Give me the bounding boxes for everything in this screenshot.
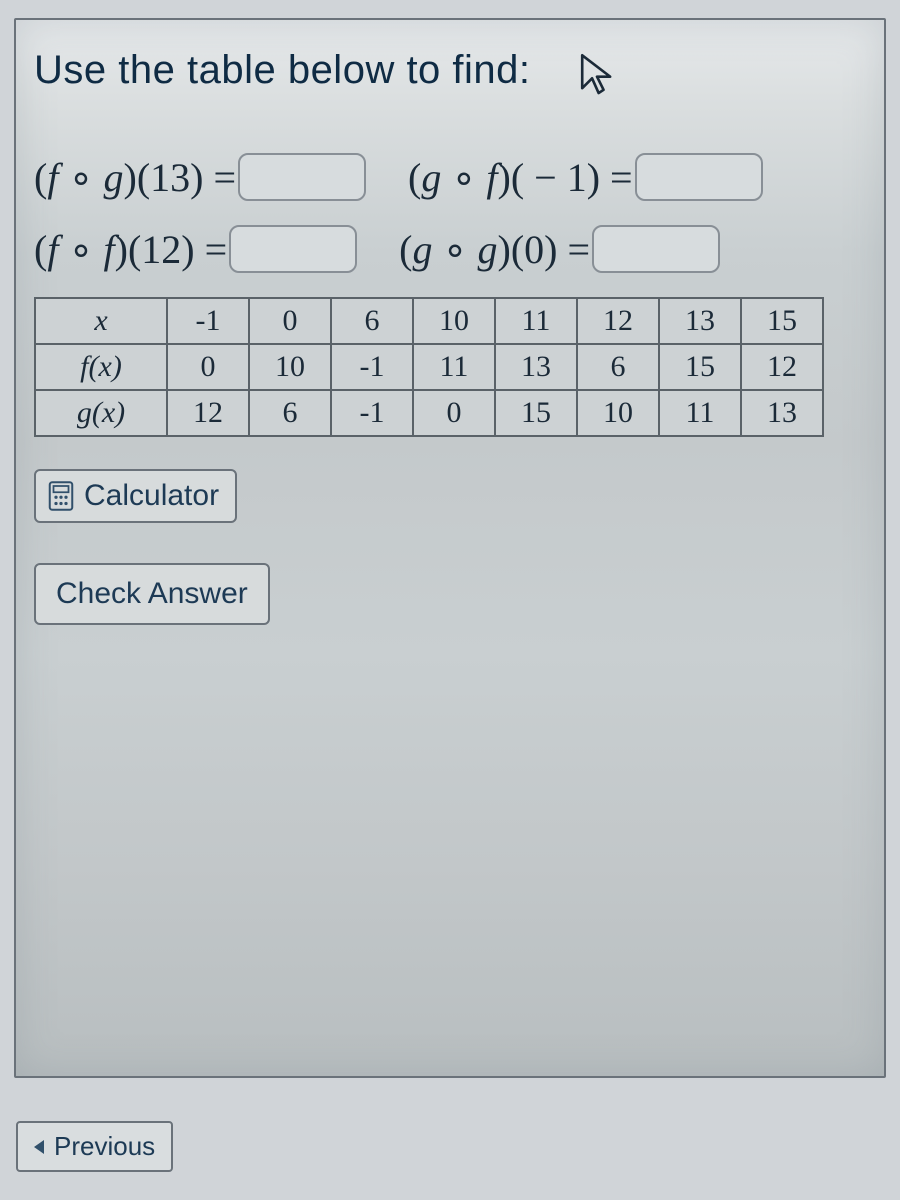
table-cell: 13 [495, 344, 577, 390]
page-title: Use the table below to find: [34, 48, 866, 93]
label-fof-12: (f ∘ f)(12) = [34, 226, 227, 273]
chevron-left-icon [34, 1140, 44, 1154]
table-cell: 13 [659, 298, 741, 344]
question-panel: Use the table below to find: (f ∘ g)(13)… [14, 18, 886, 1078]
table-cell: 11 [659, 390, 741, 436]
table-cell: 13 [741, 390, 823, 436]
answer-input-fog-13[interactable] [238, 153, 366, 201]
cursor-icon [576, 52, 618, 103]
answer-input-gof-neg1[interactable] [635, 153, 763, 201]
row-label-gx: g(x) [35, 390, 167, 436]
table-cell: 0 [413, 390, 495, 436]
table-cell: 15 [659, 344, 741, 390]
composition-questions: (f ∘ g)(13) = (g ∘ f)( − 1) = (f ∘ f)(12… [34, 153, 866, 273]
check-answer-button[interactable]: Check Answer [34, 563, 270, 625]
table-row: g(x) 12 6 -1 0 15 10 11 13 [35, 390, 823, 436]
table-cell: 12 [577, 298, 659, 344]
table-cell: 0 [167, 344, 249, 390]
tool-row: Calculator [34, 469, 866, 523]
table-cell: -1 [331, 390, 413, 436]
calculator-icon [48, 481, 74, 511]
table-row: x -1 0 6 10 11 12 13 15 [35, 298, 823, 344]
table-cell: 6 [249, 390, 331, 436]
table-cell: 6 [331, 298, 413, 344]
row-label-x: x [35, 298, 167, 344]
check-answer-label: Check Answer [56, 577, 248, 610]
table-cell: 12 [167, 390, 249, 436]
answer-input-gog-0[interactable] [592, 225, 720, 273]
table-row: f(x) 0 10 -1 11 13 6 15 12 [35, 344, 823, 390]
previous-button[interactable]: Previous [16, 1121, 173, 1172]
table-cell: -1 [331, 344, 413, 390]
table-cell: 15 [495, 390, 577, 436]
function-table: x -1 0 6 10 11 12 13 15 f(x) 0 10 -1 11 … [34, 297, 824, 437]
table-cell: 11 [413, 344, 495, 390]
label-gog-0: (g ∘ g)(0) = [399, 226, 590, 273]
previous-label: Previous [54, 1131, 155, 1162]
calculator-button[interactable]: Calculator [34, 469, 237, 523]
table-cell: 6 [577, 344, 659, 390]
question-row-1: (f ∘ g)(13) = (g ∘ f)( − 1) = [34, 153, 866, 201]
table-cell: 11 [495, 298, 577, 344]
table-cell: 10 [413, 298, 495, 344]
calculator-label: Calculator [84, 479, 219, 513]
row-label-fx: f(x) [35, 344, 167, 390]
table-cell: 10 [249, 344, 331, 390]
table-cell: 0 [249, 298, 331, 344]
table-cell: 10 [577, 390, 659, 436]
label-fog-13: (f ∘ g)(13) = [34, 154, 236, 201]
question-row-2: (f ∘ f)(12) = (g ∘ g)(0) = [34, 225, 866, 273]
answer-input-fof-12[interactable] [229, 225, 357, 273]
label-gof-neg1: (g ∘ f)( − 1) = [408, 154, 633, 201]
table-cell: 15 [741, 298, 823, 344]
table-cell: -1 [167, 298, 249, 344]
table-cell: 12 [741, 344, 823, 390]
